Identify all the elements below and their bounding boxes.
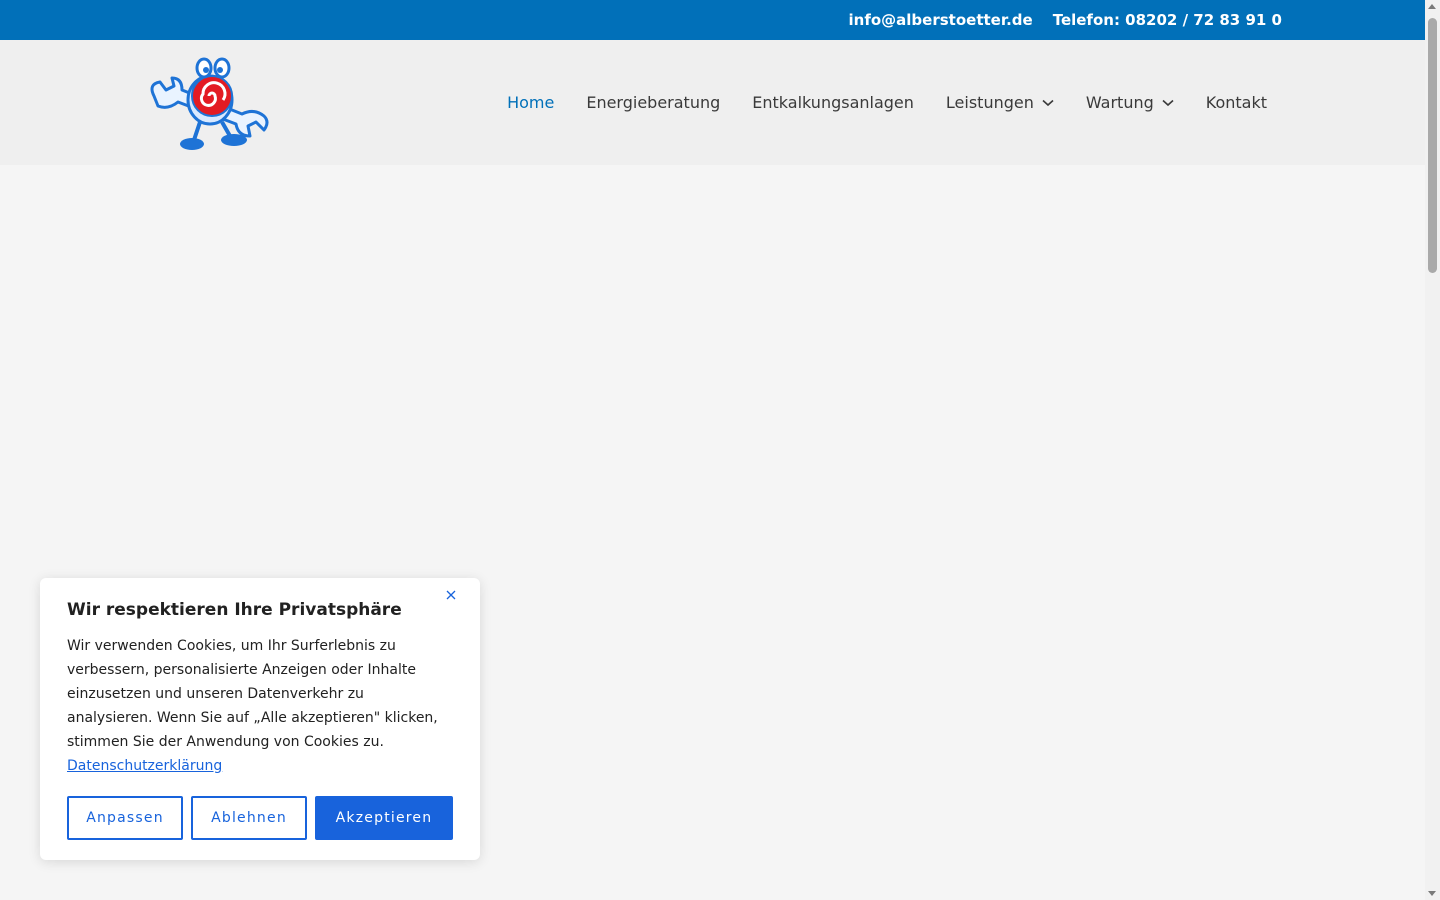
chevron-down-icon	[1162, 99, 1174, 106]
cookie-title: Wir respektieren Ihre Privatsphäre	[67, 600, 402, 620]
nav-item-label: Kontakt	[1205, 93, 1267, 112]
cookie-description: Wir verwenden Cookies, um Ihr Surferlebn…	[67, 634, 453, 778]
privacy-policy-link[interactable]: Datenschutzerklärung	[67, 758, 222, 774]
cookie-text: Wir verwenden Cookies, um Ihr Surferlebn…	[67, 638, 438, 750]
scroll-down-arrow-icon[interactable]	[1428, 891, 1436, 896]
chevron-down-icon	[1042, 99, 1054, 106]
contact-email[interactable]: info@alberstoetter.de	[849, 11, 1033, 29]
top-contact-bar: info@alberstoetter.de Telefon: 08202 / 7…	[0, 0, 1425, 40]
close-icon[interactable]	[444, 588, 458, 602]
nav-item-leistungen[interactable]: Leistungen	[946, 93, 1054, 112]
nav-item-kontakt[interactable]: Kontakt	[1206, 93, 1267, 112]
scrollbar-thumb[interactable]	[1428, 18, 1437, 273]
nav-item-label: Entkalkungsanlagen	[752, 93, 914, 112]
cookie-button-group: Anpassen Ablehnen Akzeptieren	[67, 796, 453, 840]
customize-button[interactable]: Anpassen	[67, 796, 183, 840]
accept-button[interactable]: Akzeptieren	[315, 796, 453, 840]
nav-item-home[interactable]: Home	[507, 93, 554, 112]
nav-item-label: Wartung	[1085, 93, 1154, 112]
nav-item-label: Leistungen	[945, 93, 1034, 112]
nav-item-wartung[interactable]: Wartung	[1086, 93, 1174, 112]
nav-item-label: Home	[507, 93, 555, 112]
nav-item-energieberatung[interactable]: Energieberatung	[586, 93, 720, 112]
cookie-consent-banner: Wir respektieren Ihre Privatsphäre Wir v…	[40, 578, 480, 860]
nav-item-entkalkungsanlagen[interactable]: Entkalkungsanlagen	[752, 93, 914, 112]
contact-phone[interactable]: Telefon: 08202 / 72 83 91 0	[1053, 11, 1282, 29]
nav-item-label: Energieberatung	[586, 93, 721, 112]
page-scrollbar[interactable]	[1425, 0, 1440, 900]
site-header: Home Energieberatung Entkalkungsanlagen …	[0, 40, 1425, 165]
main-navigation: Home Energieberatung Entkalkungsanlagen …	[507, 40, 1267, 165]
scroll-up-arrow-icon[interactable]	[1428, 4, 1436, 9]
plumber-mascot-logo-icon[interactable]	[146, 56, 272, 152]
reject-button[interactable]: Ablehnen	[191, 796, 307, 840]
